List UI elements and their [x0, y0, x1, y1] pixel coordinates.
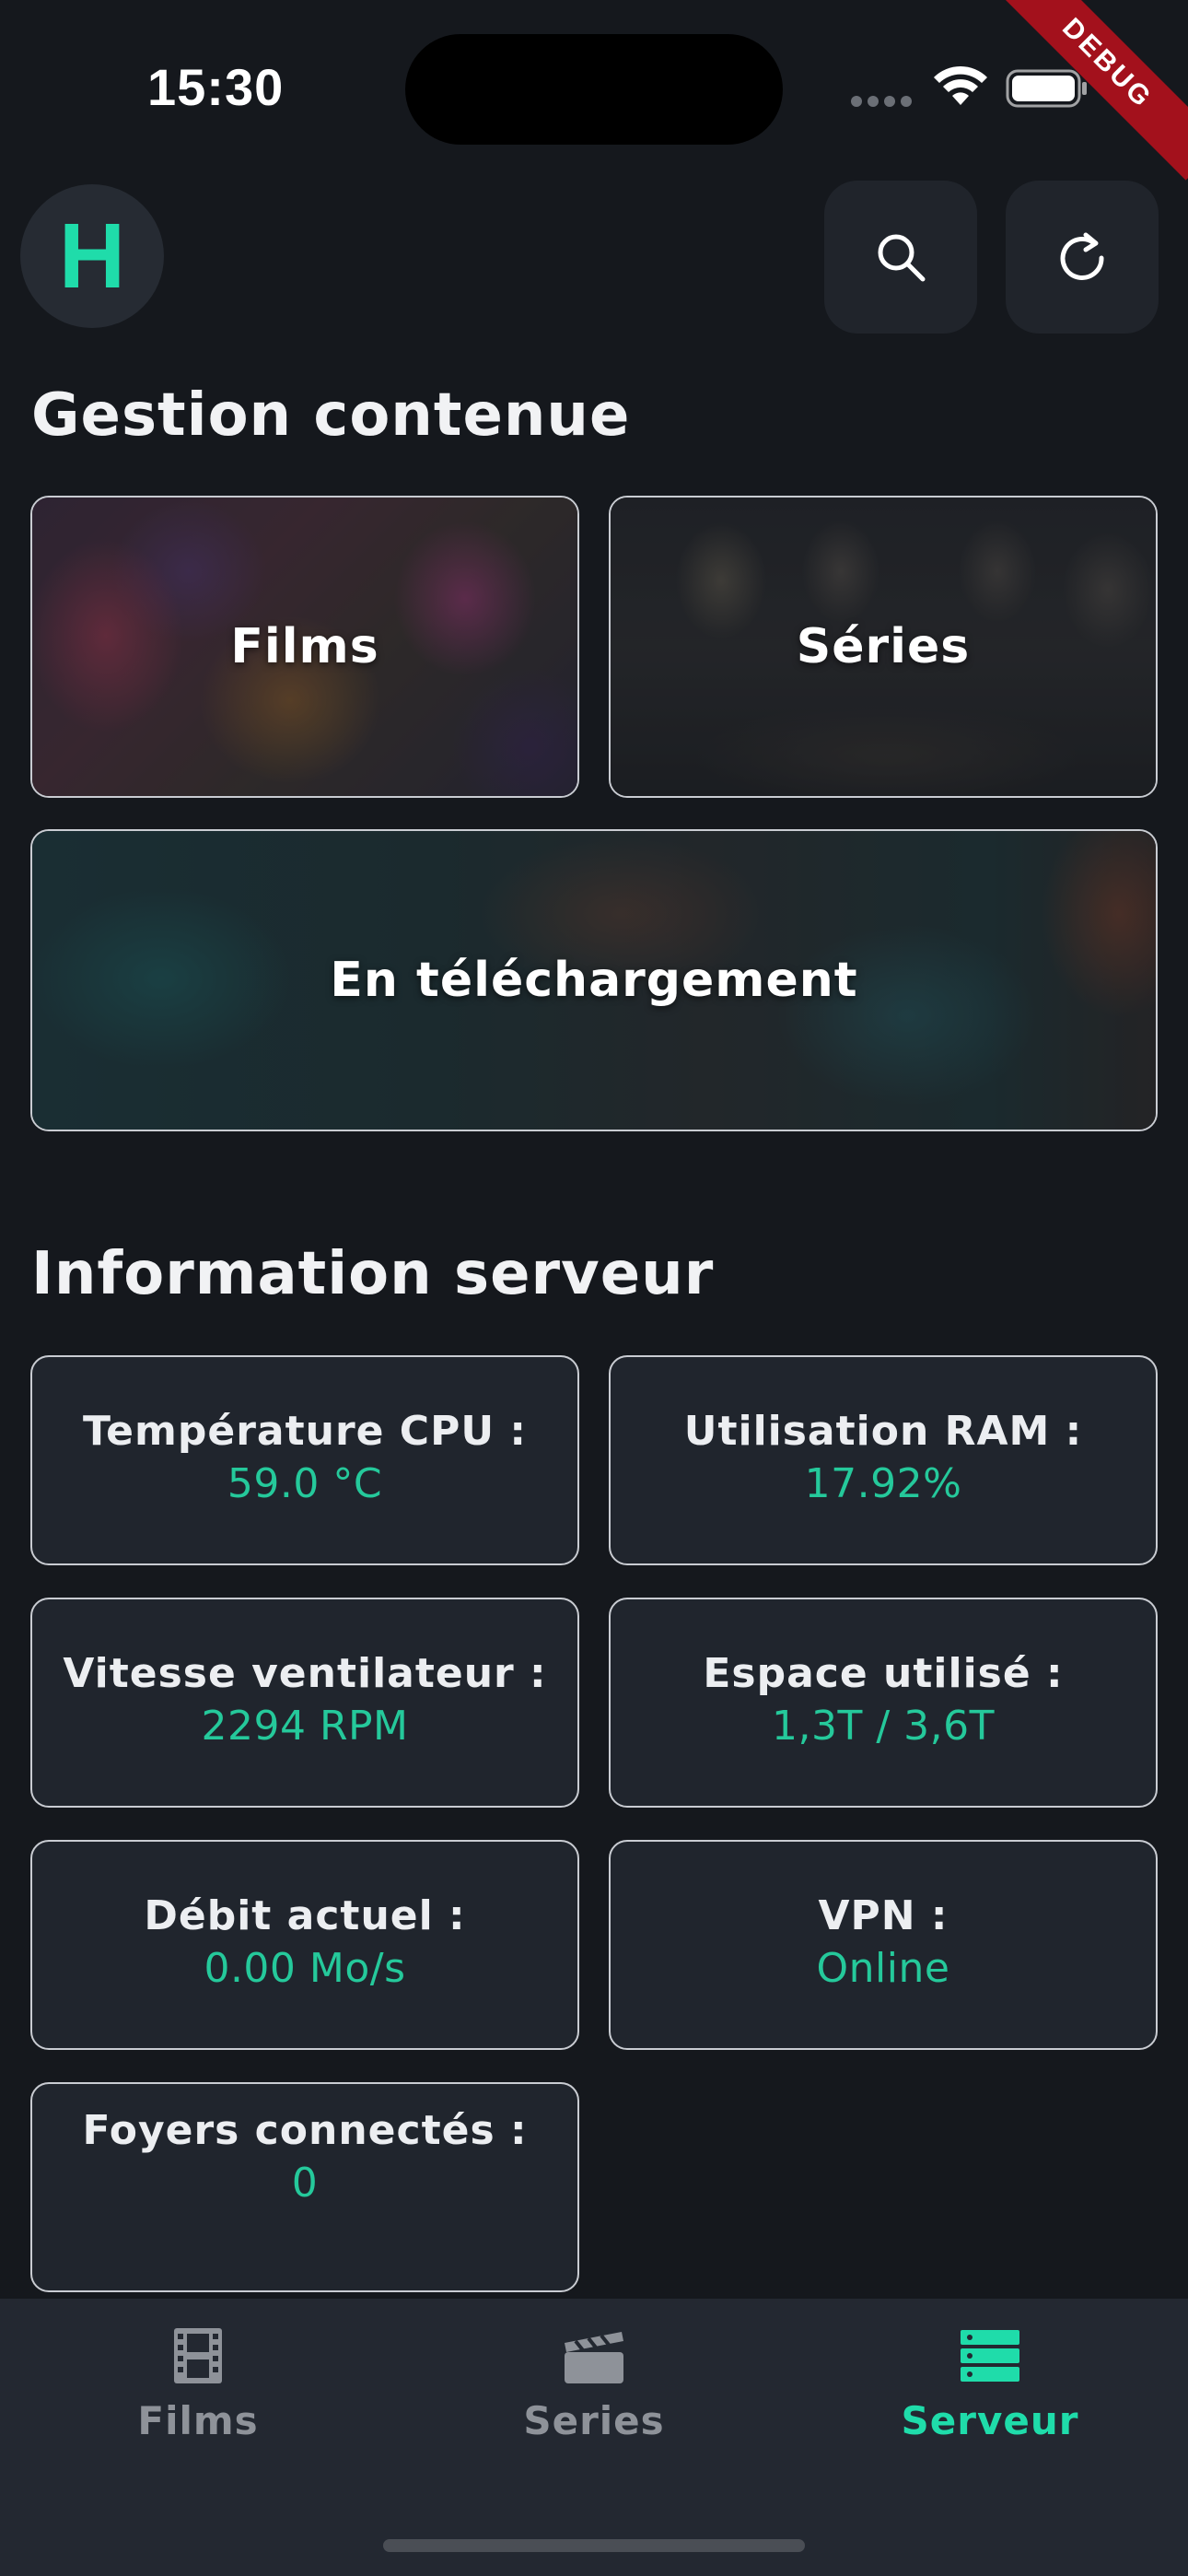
throughput-value: 0.00 Mo/s	[204, 1945, 406, 1992]
refresh-icon	[1060, 232, 1104, 280]
search-button[interactable]	[824, 181, 977, 334]
vpn-status-value: Online	[816, 1945, 950, 1992]
nav-label-series: Series	[523, 2398, 665, 2443]
fan-speed-value: 2294 RPM	[201, 1703, 409, 1750]
nav-tab-server[interactable]: Serveur	[852, 2326, 1128, 2443]
fan-speed-card: Vitesse ventilateur : 2294 RPM	[30, 1598, 579, 1808]
ram-usage-label: Utilisation RAM :	[683, 1408, 1083, 1455]
nav-label-films: Films	[137, 2398, 259, 2443]
downloads-card[interactable]: En téléchargement	[30, 829, 1158, 1131]
disk-usage-label: Espace utilisé :	[703, 1650, 1064, 1697]
avatar[interactable]: H	[20, 184, 164, 328]
film-strip-icon	[174, 2328, 222, 2383]
vpn-status-label: VPN :	[818, 1892, 949, 1939]
dynamic-island	[405, 34, 783, 145]
nav-tab-films[interactable]: Films	[60, 2326, 336, 2443]
connected-homes-card: Foyers connectés : 0	[30, 2082, 579, 2292]
status-time: 15:30	[147, 58, 285, 116]
cpu-temperature-card: Température CPU : 59.0 °C	[30, 1355, 579, 1565]
throughput-card: Débit actuel : 0.00 Mo/s	[30, 1840, 579, 2050]
server-section-title: Information serveur	[31, 1240, 715, 1308]
nav-label-server: Serveur	[901, 2398, 1079, 2443]
battery-icon	[1006, 69, 1087, 108]
nav-tab-series[interactable]: Series	[456, 2326, 732, 2443]
downloads-card-label: En téléchargement	[330, 953, 858, 1008]
refresh-button[interactable]	[1006, 181, 1159, 334]
throughput-label: Débit actuel :	[144, 1892, 466, 1939]
vpn-status-card: VPN : Online	[609, 1840, 1158, 2050]
home-indicator[interactable]	[383, 2539, 805, 2552]
content-section-title: Gestion contenue	[31, 381, 631, 450]
avatar-letter: H	[58, 205, 126, 308]
app-screen: 15:30 DEBUG H Gestion contenue Films Sér…	[0, 0, 1188, 2576]
server-icon	[961, 2330, 1019, 2382]
cpu-temperature-label: Température CPU :	[83, 1408, 527, 1455]
ram-usage-card: Utilisation RAM : 17.92%	[609, 1355, 1158, 1565]
disk-usage-card: Espace utilisé : 1,3T / 3,6T	[609, 1598, 1158, 1808]
films-card-label: Films	[230, 619, 379, 674]
films-card[interactable]: Films	[30, 496, 579, 798]
clapperboard-icon	[565, 2332, 623, 2383]
series-card[interactable]: Séries	[609, 496, 1158, 798]
connected-homes-value: 0	[291, 2160, 319, 2207]
fan-speed-label: Vitesse ventilateur :	[63, 1650, 547, 1697]
signal-dots-icon	[851, 96, 912, 107]
wifi-icon	[934, 65, 987, 105]
cpu-temperature-value: 59.0 °C	[227, 1460, 383, 1507]
bottom-navigation: Films Series Serveur	[0, 2299, 1188, 2576]
connected-homes-label: Foyers connectés :	[82, 2107, 528, 2154]
disk-usage-value: 1,3T / 3,6T	[772, 1703, 995, 1750]
search-icon	[878, 234, 926, 282]
ram-usage-value: 17.92%	[804, 1460, 962, 1507]
series-card-label: Séries	[796, 619, 971, 674]
